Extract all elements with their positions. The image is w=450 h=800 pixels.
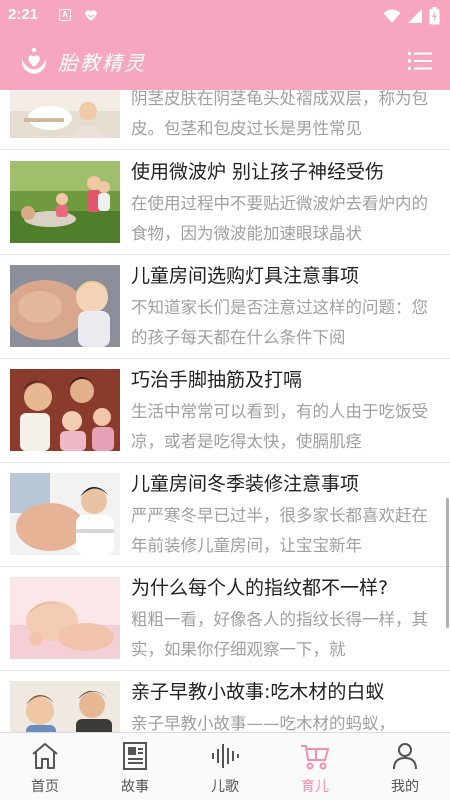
nav-item-story[interactable]: 故事: [90, 733, 180, 800]
article-description: 生活中常常可以看到，有的人由于吃饭受凉，或者是吃得太快，使膈肌痉: [131, 402, 428, 451]
article-title: 儿童房间选购灯具注意事项: [131, 265, 360, 287]
app-title: 胎教精灵: [58, 51, 146, 75]
article-thumbnail: [10, 369, 120, 451]
status-bar: 2:21 A: [0, 0, 450, 32]
article-list[interactable]: 阴茎皮肤在阴茎龟头处褶成双层，称为包皮。包茎和包皮过长是男性常见 使用微波炉 别…: [0, 90, 450, 732]
article-list-item[interactable]: 儿童房间冬季装修注意事项 严严寒冬早已过半，很多家长都喜欢赶在年前装修儿童房间，…: [0, 463, 450, 567]
article-title: 巧治手脚抽筋及打嗝: [131, 369, 303, 391]
article-list-item[interactable]: 阴茎皮肤在阴茎龟头处褶成双层，称为包皮。包茎和包皮过长是男性常见: [0, 90, 450, 150]
list-menu-icon[interactable]: [406, 47, 434, 75]
article-list-item[interactable]: 使用微波炉 别让孩子神经受伤 在使用过程中不要贴近微波炉去看炉内的食物，因为微波…: [0, 151, 450, 255]
article-list-item[interactable]: 巧治手脚抽筋及打嗝 生活中常常可以看到，有的人由于吃饭受凉，或者是吃得太快，使膈…: [0, 359, 450, 463]
scrollbar[interactable]: [446, 498, 449, 628]
signal-icon: [408, 9, 422, 23]
article-title: 为什么每个人的指纹都不一样?: [131, 577, 389, 599]
sound-wave-icon: [212, 744, 239, 768]
app-logo-icon: [21, 47, 47, 74]
status-system-icons: [383, 6, 440, 26]
article-description: 不知道家长们是否注意过这样的问题：您的孩子每天都在什么条件下阅: [131, 298, 428, 347]
stroller-icon: [301, 745, 329, 770]
article-list-item[interactable]: 亲子早教小故事:吃木材的白蚁 亲子早教小故事——吃木材的蚂蚁，: [0, 671, 450, 732]
app-a-icon: A: [59, 9, 71, 21]
article-description: 在使用过程中不要贴近微波炉去看炉内的食物，因为微波能加速眼球晶状: [131, 194, 428, 243]
nav-label: 故事: [121, 779, 149, 795]
app-screen: 2:21 A 胎教精灵 阴茎皮肤在阴茎龟头处褶成双层，称为包皮。包茎和包皮过长是…: [0, 0, 450, 800]
nav-label: 育儿: [301, 779, 329, 795]
nav-item-home[interactable]: 首页: [0, 733, 90, 800]
status-time: 2:21: [8, 6, 39, 23]
app-bar: 胎教精灵: [0, 32, 450, 90]
article-thumbnail: [10, 473, 120, 555]
nav-item-songs[interactable]: 儿歌: [180, 733, 270, 800]
wifi-icon: [383, 9, 401, 23]
article-list-item[interactable]: 儿童房间选购灯具注意事项 不知道家长们是否注意过这样的问题：您的孩子每天都在什么…: [0, 255, 450, 359]
battery-charging-icon: [429, 7, 440, 25]
article-thumbnail: [10, 577, 120, 659]
bottom-nav: 首页 故事 儿歌 育儿 我的: [0, 732, 450, 800]
nav-label: 首页: [31, 779, 59, 795]
nav-item-mine[interactable]: 我的: [360, 733, 450, 800]
article-title: 亲子早教小故事:吃木材的白蚁: [131, 681, 385, 703]
nav-label: 我的: [391, 779, 419, 795]
home-icon: [32, 743, 58, 769]
person-icon: [393, 743, 417, 770]
article-description: 粗粗一看，好像各人的指纹长得一样，其实，如果你仔细观察一下，就: [131, 610, 428, 659]
article-description: 阴茎皮肤在阴茎龟头处褶成双层，称为包皮。包茎和包皮过长是男性常见: [131, 90, 428, 138]
nav-label: 儿歌: [211, 779, 239, 795]
book-icon: [123, 742, 147, 770]
article-description: 严严寒冬早已过半，很多家长都喜欢赶在年前装修儿童房间，让宝宝新年: [131, 506, 428, 555]
article-title: 儿童房间冬季装修注意事项: [131, 473, 360, 495]
article-thumbnail: [10, 161, 120, 243]
article-thumbnail: [10, 90, 120, 138]
article-title: 使用微波炉 别让孩子神经受伤: [131, 161, 385, 183]
article-list-item[interactable]: 为什么每个人的指纹都不一样? 粗粗一看，好像各人的指纹长得一样，其实，如果你仔细…: [0, 567, 450, 671]
nav-item-parenting[interactable]: 育儿: [270, 733, 360, 800]
article-thumbnail: [10, 265, 120, 347]
heart-hands-icon: [85, 10, 97, 21]
article-description: 亲子早教小故事——吃木材的蚂蚁，: [131, 714, 395, 732]
article-thumbnail: [10, 681, 120, 732]
